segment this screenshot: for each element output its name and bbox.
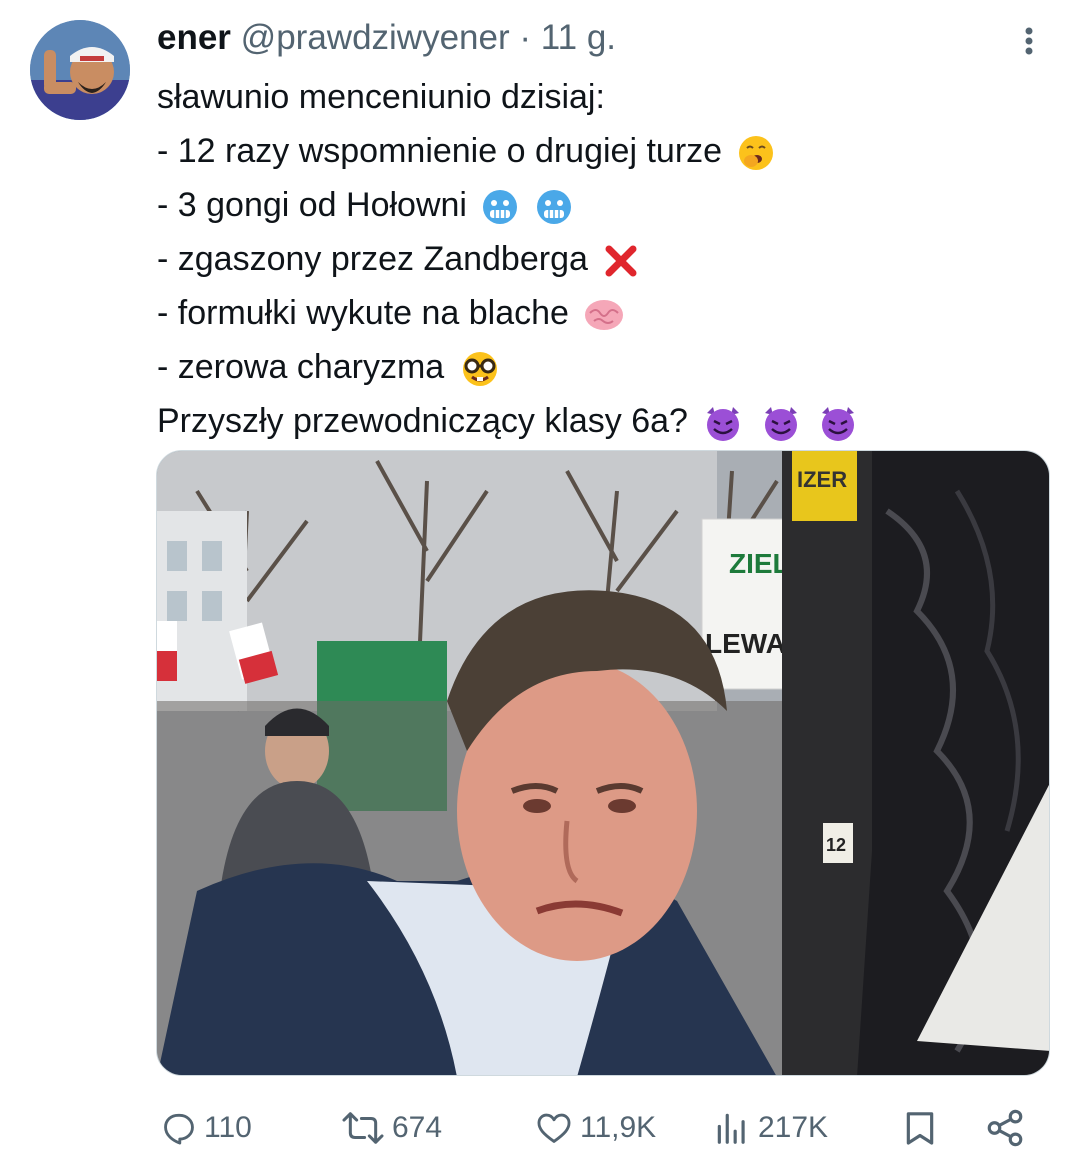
tweet-text: sławunio menceniunio dzisiaj: - 12 razy … <box>157 70 1057 448</box>
nerd-face-icon <box>462 352 497 387</box>
tweet-actions: 110 674 11,9K 217K <box>0 1096 1080 1160</box>
tweet-line: Przyszły przewodniczący klasy 6a? <box>157 394 1057 448</box>
display-name[interactable]: ener <box>157 18 231 57</box>
cold-face-icon <box>483 190 518 225</box>
avatar-image <box>30 20 130 120</box>
cross-mark-icon <box>605 245 637 277</box>
tweet-line: - zgaszony przez Zandberga <box>157 232 1057 286</box>
sign-text-bottom: LEWA <box>705 628 786 659</box>
tweet-line-text: Przyszły przewodniczący klasy 6a? <box>157 402 688 440</box>
views-icon <box>717 1113 745 1144</box>
more-icon <box>1025 27 1033 55</box>
tweet-line-text: sławunio menceniunio dzisiaj: <box>157 78 605 116</box>
tweet-line-text: - zerowa charyzma <box>157 348 445 386</box>
tweet-line: - 3 gongi od Hołowni <box>157 178 1057 232</box>
heart-icon <box>537 1113 571 1143</box>
smiling-devil-icon <box>822 407 855 442</box>
views-count: 217K <box>758 1111 829 1144</box>
like-button[interactable]: 11,9K <box>534 1096 656 1160</box>
tweet-line-text: - formułki wykute na blache <box>157 294 569 332</box>
timestamp[interactable]: 11 g. <box>541 18 616 57</box>
reply-button[interactable]: 110 <box>160 1096 252 1160</box>
tweet-line: - 12 razy wspomnienie o drugiej turze <box>157 124 1057 178</box>
tweet-photo[interactable]: ZIEL LEWA IZER 12 <box>156 450 1050 1076</box>
reply-count: 110 <box>204 1111 252 1144</box>
separator: · <box>519 18 532 57</box>
brain-icon <box>585 300 624 331</box>
cold-face-icon <box>536 190 571 225</box>
sign-text-top: ZIEL <box>729 548 790 579</box>
smiling-devil-icon <box>707 407 740 442</box>
tweet-line-text: - 3 gongi od Hołowni <box>157 186 467 224</box>
sticker-text: IZER <box>797 467 847 492</box>
tweet-line-text: - zgaszony przez Zandberga <box>157 240 588 278</box>
repost-count: 674 <box>392 1111 443 1144</box>
yawning-face-icon <box>738 136 773 171</box>
pole-number: 12 <box>826 835 846 855</box>
tweet-line-text: - 12 razy wspomnienie o drugiej turze <box>157 132 723 170</box>
views-button[interactable]: 217K <box>712 1096 828 1160</box>
share-icon <box>987 1109 1023 1147</box>
tweet-line: - formułki wykute na blache <box>157 286 1057 340</box>
more-options-button[interactable] <box>1012 24 1046 58</box>
smiling-devil-icon <box>764 407 797 442</box>
reply-icon <box>164 1113 194 1145</box>
handle[interactable]: @prawdziwyener <box>241 18 510 57</box>
repost-button[interactable]: 674 <box>340 1096 442 1160</box>
tweet-line: sławunio menceniunio dzisiaj: <box>157 70 1057 124</box>
repost-icon <box>342 1112 384 1144</box>
bookmark-button[interactable] <box>900 1096 940 1160</box>
bookmark-icon <box>906 1112 934 1145</box>
photo-illustration: ZIEL LEWA IZER 12 <box>157 451 1049 1075</box>
avatar[interactable] <box>30 20 130 120</box>
tweet-line: - zerowa charyzma <box>157 340 1057 394</box>
like-count: 11,9K <box>580 1111 657 1144</box>
tweet-header: ener @prawdziwyener · 11 g. <box>157 16 616 60</box>
share-button[interactable] <box>984 1096 1026 1160</box>
